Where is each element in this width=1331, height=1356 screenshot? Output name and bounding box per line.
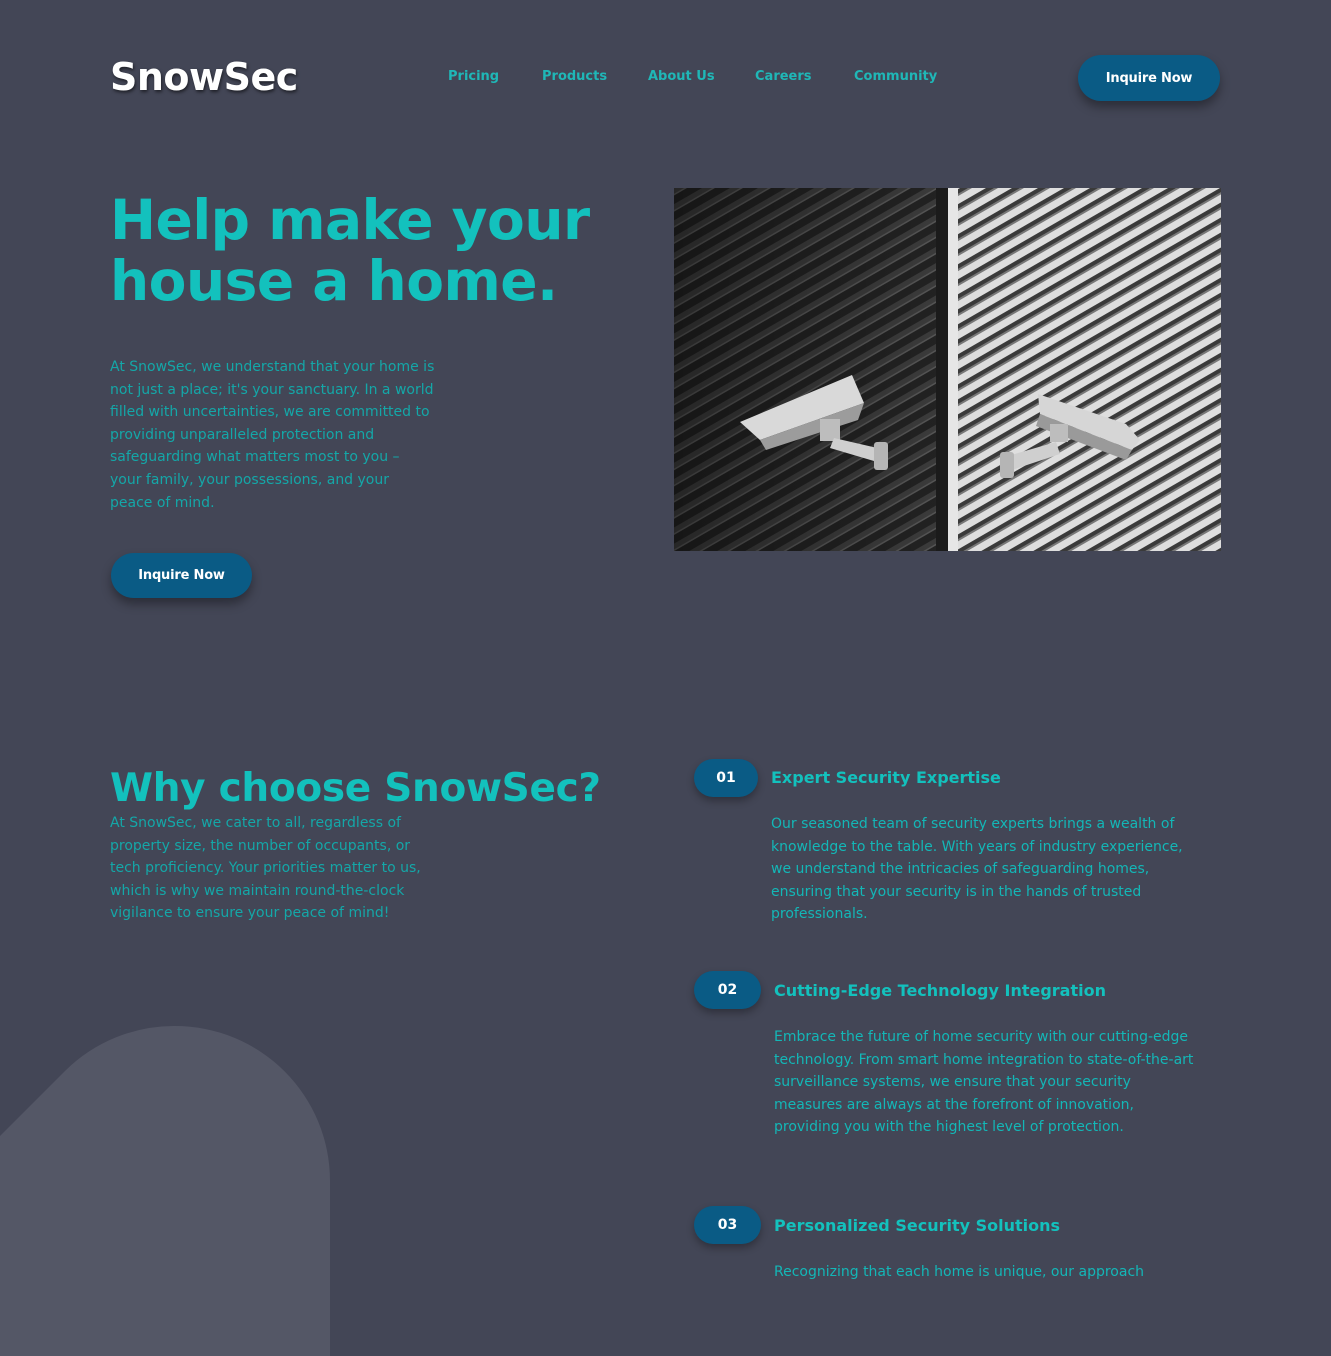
nav-pricing[interactable]: Pricing (448, 69, 499, 85)
nav-careers[interactable]: Careers (755, 69, 812, 85)
hero-description: At SnowSec, we understand that your home… (110, 359, 435, 511)
header-inquire-button[interactable]: Inquire Now (1078, 55, 1220, 101)
feature-title: Personalized Security Solutions (774, 1216, 1061, 1235)
nav-about-us[interactable]: About Us (648, 69, 715, 85)
feature-number-badge: 03 (694, 1206, 761, 1244)
decorative-blob (0, 1026, 330, 1356)
hero-title: Help make your house a home. (110, 190, 630, 312)
feature-description: Embrace the future of home security with… (774, 1029, 1194, 1136)
feature-title: Cutting-Edge Technology Integration (774, 981, 1106, 1000)
hero-image (674, 188, 1221, 551)
hero-inquire-button[interactable]: Inquire Now (111, 553, 252, 598)
feature-number-badge: 02 (694, 971, 761, 1009)
nav-community[interactable]: Community (854, 69, 937, 85)
why-title: Why choose SnowSec? (110, 766, 601, 811)
feature-description: Recognizing that each home is unique, ou… (774, 1264, 1145, 1280)
feature-description: Our seasoned team of security experts br… (771, 816, 1183, 923)
why-description: At SnowSec, we cater to all, regardless … (110, 815, 421, 922)
hero-title-line1: Help make your (110, 188, 590, 252)
logo[interactable]: SnowSec (110, 52, 298, 102)
feature-title: Expert Security Expertise (771, 768, 1001, 787)
feature-number-badge: 01 (694, 759, 758, 797)
hero-title-line2: house a home. (110, 249, 558, 313)
nav-products[interactable]: Products (542, 69, 607, 85)
